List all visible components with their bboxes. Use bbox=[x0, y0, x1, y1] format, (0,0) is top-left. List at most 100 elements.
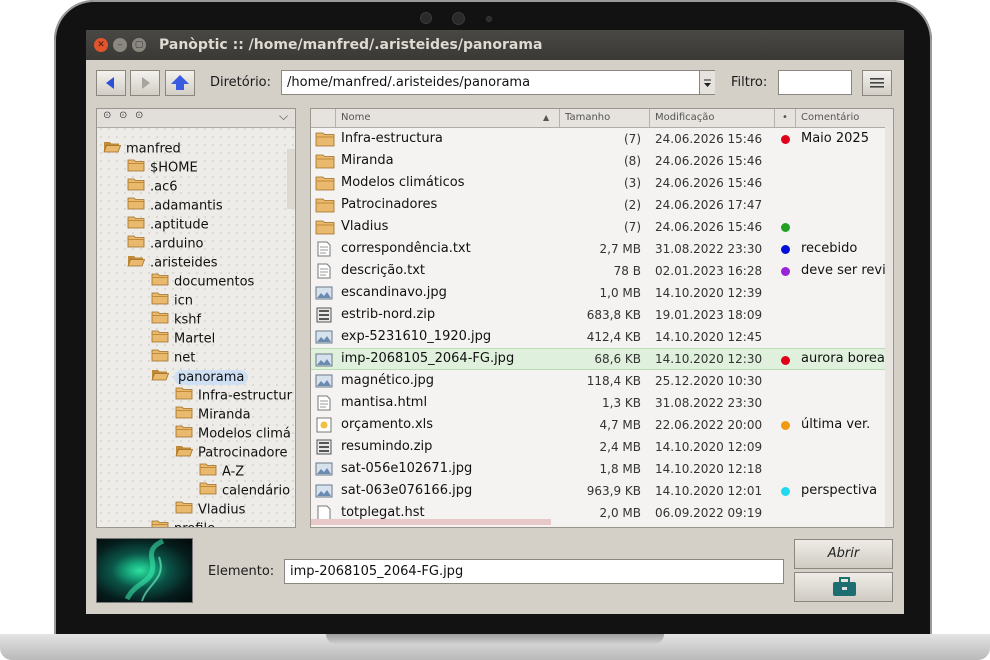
tree-item-label: calendário bbox=[222, 483, 291, 499]
minimize-icon[interactable]: – bbox=[113, 38, 127, 52]
table-row[interactable]: escandinavo.jpg 1,0 MB 14.10.2020 12:39 bbox=[311, 282, 885, 304]
tree-item-label: Martel bbox=[174, 331, 216, 347]
tree-item-label: Modelos climá bbox=[198, 426, 291, 442]
table-row[interactable]: sat-063e076166.jpg 963,9 KB 14.10.2020 12:… bbox=[311, 480, 885, 502]
circle-icon[interactable]: ⊙ bbox=[135, 110, 143, 121]
table-row[interactable]: correspondência.txt 2,7 MB 31.08.2022 23:3… bbox=[311, 238, 885, 260]
tree-item[interactable]: manfred bbox=[103, 139, 181, 158]
file-date: 31.08.2022 23:30 bbox=[655, 242, 763, 256]
column-size[interactable]: Tamanho bbox=[565, 112, 610, 123]
chevron-down-icon[interactable]: ⌵ bbox=[279, 109, 288, 124]
file-size: (2) bbox=[624, 198, 641, 212]
table-row[interactable]: orçamento.xls 4,7 MB 22.06.2022 20:00 últim… bbox=[311, 414, 885, 436]
color-tag-dot bbox=[781, 267, 790, 276]
table-row[interactable]: exp-5231610_1920.jpg 412,4 KB 14.10.2020 1… bbox=[311, 326, 885, 348]
list-scrollbar[interactable] bbox=[885, 127, 893, 527]
chevron-down-icon bbox=[704, 79, 711, 87]
menu-button[interactable] bbox=[862, 70, 892, 96]
back-button[interactable] bbox=[96, 70, 126, 96]
close-icon[interactable]: ✕ bbox=[94, 38, 108, 52]
tree-item[interactable]: .adamantis bbox=[127, 196, 223, 215]
tree-item[interactable]: .arduino bbox=[127, 234, 204, 253]
table-row[interactable]: resumindo.zip 2,4 MB 14.10.2020 12:09 bbox=[311, 436, 885, 458]
table-row[interactable]: Vladius (7) 24.06.2026 15:46 bbox=[311, 216, 885, 238]
tree-item[interactable]: Modelos climá bbox=[175, 424, 291, 443]
circle-icon[interactable]: ⊙ bbox=[103, 110, 111, 121]
folder-icon bbox=[175, 386, 193, 406]
file-date: 24.06.2026 15:46 bbox=[655, 176, 763, 190]
tree-item-label: .aptitude bbox=[150, 217, 209, 233]
table-row[interactable]: mantisa.html 1,3 KB 31.08.2022 23:30 bbox=[311, 392, 885, 414]
file-date: 02.01.2023 16:28 bbox=[655, 264, 763, 278]
tree-item[interactable]: $HOME bbox=[127, 158, 198, 177]
tree-item[interactable]: Vladius bbox=[175, 500, 245, 519]
file-size: 1,3 KB bbox=[602, 396, 641, 410]
tree-item[interactable]: icn bbox=[151, 291, 193, 310]
file-name: sat-063e076166.jpg bbox=[341, 483, 473, 498]
folder-icon bbox=[315, 175, 335, 191]
tree-scrollbar[interactable] bbox=[287, 149, 295, 209]
column-modified[interactable]: Modificação bbox=[655, 112, 715, 123]
briefcase-button[interactable] bbox=[794, 572, 893, 602]
folder-tree[interactable]: ⊙ ⊙ ⊙ ⌵ manfred $HOME .ac6 .adamantis .aptit… bbox=[96, 108, 296, 528]
up-button[interactable] bbox=[165, 70, 195, 96]
file-comment: recebido bbox=[801, 241, 858, 256]
tree-item[interactable]: .aristeides bbox=[127, 253, 218, 272]
tree-item-label: manfred bbox=[126, 141, 181, 157]
tree-item[interactable]: Patrocinadore bbox=[175, 443, 288, 462]
pane-splitter[interactable] bbox=[298, 108, 306, 528]
file-date: 14.10.2020 12:09 bbox=[655, 440, 763, 454]
table-row[interactable]: imp-2068105_2064-FG.jpg 68,6 KB 14.10.2020… bbox=[311, 348, 889, 370]
tree-item[interactable]: panorama bbox=[151, 367, 249, 386]
file-date: 06.09.2022 09:19 bbox=[655, 506, 763, 520]
directory-dropdown-button[interactable] bbox=[699, 71, 715, 94]
filter-input[interactable] bbox=[778, 70, 852, 95]
image-preview bbox=[96, 538, 193, 603]
column-comment[interactable]: Comentário bbox=[801, 112, 859, 123]
folder-icon bbox=[151, 348, 169, 368]
table-row[interactable]: Modelos climáticos (3) 24.06.2026 15:46 bbox=[311, 172, 885, 194]
table-row[interactable]: Miranda (8) 24.06.2026 15:46 bbox=[311, 150, 885, 172]
tree-item-label: Infra-estructur bbox=[198, 388, 292, 404]
folder-icon bbox=[199, 481, 217, 501]
tree-item[interactable]: net bbox=[151, 348, 195, 367]
circle-icon[interactable]: ⊙ bbox=[119, 110, 127, 121]
tree-item[interactable]: profile bbox=[151, 519, 215, 527]
file-size: 963,9 KB bbox=[586, 484, 641, 498]
table-row[interactable]: sat-056e102671.jpg 1,8 MB 14.10.2020 12:18 bbox=[311, 458, 885, 480]
forward-button[interactable] bbox=[130, 70, 160, 96]
document-icon bbox=[315, 263, 333, 279]
tree-item[interactable]: documentos bbox=[151, 272, 254, 291]
folder-icon bbox=[151, 310, 169, 330]
tree-item[interactable]: .aptitude bbox=[127, 215, 209, 234]
tree-item[interactable]: Miranda bbox=[175, 405, 251, 424]
tree-item[interactable]: Infra-estructur bbox=[175, 386, 292, 405]
column-name[interactable]: Nome bbox=[341, 112, 371, 123]
tree-item-label: .adamantis bbox=[150, 198, 223, 214]
table-row[interactable]: Patrocinadores (2) 24.06.2026 17:47 bbox=[311, 194, 885, 216]
folder-icon bbox=[315, 131, 335, 147]
file-date: 14.10.2020 12:45 bbox=[655, 330, 763, 344]
tree-item[interactable]: calendário bbox=[199, 481, 290, 500]
element-input[interactable]: imp-2068105_2064-FG.jpg bbox=[284, 559, 784, 584]
directory-input[interactable]: /home/manfred/.aristeides/panorama bbox=[281, 70, 715, 95]
table-row[interactable]: descrição.txt 78 B 02.01.2023 16:28 deve se… bbox=[311, 260, 886, 282]
file-name: imp-2068105_2064-FG.jpg bbox=[341, 351, 515, 366]
file-list[interactable]: Nome ▲ Tamanho Modificação • Comentário … bbox=[310, 108, 894, 528]
list-hscrollbar[interactable] bbox=[311, 519, 551, 525]
file-date: 14.10.2020 12:18 bbox=[655, 462, 763, 476]
image-icon bbox=[315, 329, 333, 345]
folder-icon bbox=[151, 329, 169, 349]
table-row[interactable]: magnético.jpg 118,4 KB 25.12.2020 10:30 bbox=[311, 370, 885, 392]
open-button[interactable]: Abrir bbox=[794, 539, 893, 569]
tree-item[interactable]: A-Z bbox=[199, 462, 244, 481]
tree-item[interactable]: kshf bbox=[151, 310, 201, 329]
column-flag[interactable]: • bbox=[782, 112, 788, 123]
tree-item[interactable]: Martel bbox=[151, 329, 215, 348]
arrow-up-icon bbox=[171, 75, 189, 90]
table-row[interactable]: estrib-nord.zip 683,8 KB 19.01.2023 18:09 bbox=[311, 304, 885, 326]
tree-item[interactable]: .ac6 bbox=[127, 177, 178, 196]
maximize-icon[interactable]: ▢ bbox=[132, 38, 146, 52]
table-row[interactable]: Infra-estructura (7) 24.06.2026 15:46 Maio … bbox=[311, 128, 885, 150]
hamburger-icon bbox=[870, 78, 884, 88]
